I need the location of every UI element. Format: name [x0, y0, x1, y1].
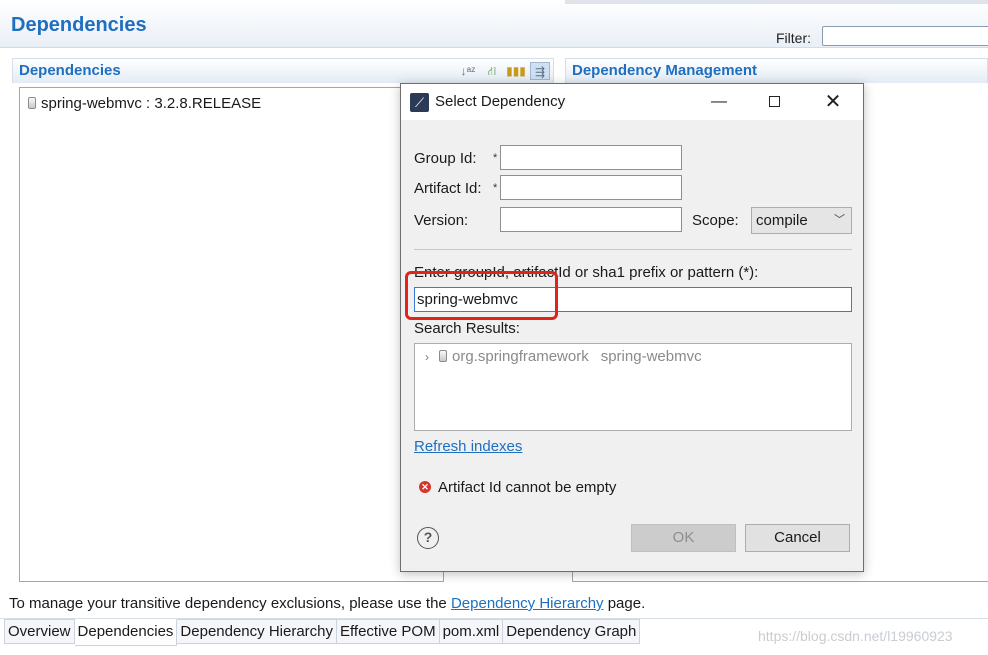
- filter-label: Filter:: [776, 30, 811, 46]
- tab-dependencies[interactable]: Dependencies: [74, 619, 178, 646]
- cancel-button[interactable]: Cancel: [745, 524, 850, 552]
- footer-note-suffix: page.: [607, 595, 646, 612]
- select-dependency-dialog: ⟋ Select Dependency — ✕ Group Id: * Arti…: [400, 83, 864, 572]
- dependency-hierarchy-link[interactable]: Dependency Hierarchy: [451, 595, 604, 612]
- editor-tabs: Overview Dependencies Dependency Hierarc…: [4, 619, 641, 646]
- watermark: https://blog.csdn.net/l19960923: [758, 628, 953, 644]
- result-group-id: org.springframework: [452, 348, 589, 365]
- refresh-indexes-link[interactable]: Refresh indexes: [414, 438, 522, 455]
- artifact-id-label: Artifact Id:: [414, 180, 482, 197]
- dialog-title: Select Dependency: [435, 93, 566, 110]
- toggle-icon[interactable]: ⇶: [530, 62, 550, 80]
- dependency-management-section-header: Dependency Management: [565, 58, 988, 83]
- error-icon: ✕: [419, 481, 431, 493]
- dependency-management-title: Dependency Management: [572, 62, 758, 79]
- artifact-id-field[interactable]: [500, 175, 682, 200]
- dependencies-section-title: Dependencies: [19, 62, 121, 79]
- filter-input[interactable]: [822, 26, 988, 46]
- maximize-icon: [768, 96, 780, 107]
- tab-dependency-hierarchy[interactable]: Dependency Hierarchy: [177, 619, 337, 644]
- tab-effective-pom[interactable]: Effective POM: [337, 619, 440, 644]
- sort-alphabetically-icon[interactable]: ↓ᵃᶻ: [458, 62, 478, 80]
- error-message: Artifact Id cannot be empty: [438, 479, 617, 496]
- expand-arrow-icon[interactable]: ›: [425, 350, 439, 364]
- tab-pom-xml[interactable]: pom.xml: [439, 619, 504, 644]
- version-label: Version:: [414, 212, 469, 229]
- scope-value: compile: [756, 212, 808, 229]
- top-tab-strip: [565, 0, 988, 4]
- version-field[interactable]: [500, 207, 682, 232]
- footer-note-text: To manage your transitive dependency exc…: [9, 595, 447, 612]
- eclipse-icon: ⟋: [410, 93, 429, 112]
- minimize-button[interactable]: —: [705, 90, 733, 114]
- footer-note: To manage your transitive dependency exc…: [9, 595, 645, 612]
- jar-icon: [28, 97, 36, 109]
- close-button[interactable]: ✕: [819, 90, 847, 114]
- dialog-separator: [414, 249, 852, 250]
- show-group-id-icon[interactable]: ⛙: [482, 62, 502, 80]
- group-id-field[interactable]: [500, 145, 682, 170]
- search-result-row[interactable]: › org.springframework spring-webmvc: [425, 348, 702, 365]
- dependency-label: spring-webmvc : 3.2.8.RELEASE: [41, 95, 262, 112]
- result-artifact-id: spring-webmvc: [600, 348, 702, 365]
- help-icon[interactable]: ?: [417, 527, 439, 549]
- scope-select[interactable]: compile ﹀: [751, 207, 852, 234]
- required-marker: *: [493, 182, 498, 194]
- chevron-down-icon: ﹀: [834, 214, 845, 226]
- red-highlight-annotation: [405, 271, 558, 320]
- search-results-label: Search Results:: [414, 320, 520, 337]
- maximize-button[interactable]: [760, 90, 788, 114]
- page-title: Dependencies: [11, 14, 147, 36]
- dependencies-section-header: Dependencies ↓ᵃᶻ ⛙ ▮▮▮ ⇶: [12, 58, 554, 83]
- tab-dependency-graph[interactable]: Dependency Graph: [503, 619, 641, 644]
- scope-label: Scope:: [692, 212, 739, 229]
- group-id-label: Group Id:: [414, 150, 477, 167]
- required-marker: *: [493, 152, 498, 164]
- ok-button[interactable]: OK: [631, 524, 736, 552]
- dependencies-list: spring-webmvc : 3.2.8.RELEASE: [19, 87, 444, 582]
- columns-icon[interactable]: ▮▮▮: [506, 62, 526, 80]
- dialog-titlebar[interactable]: ⟋ Select Dependency — ✕: [401, 84, 863, 120]
- jar-icon: [439, 350, 447, 362]
- list-item[interactable]: spring-webmvc : 3.2.8.RELEASE: [28, 95, 261, 112]
- tab-overview[interactable]: Overview: [4, 619, 75, 644]
- search-results-list: › org.springframework spring-webmvc: [414, 343, 852, 431]
